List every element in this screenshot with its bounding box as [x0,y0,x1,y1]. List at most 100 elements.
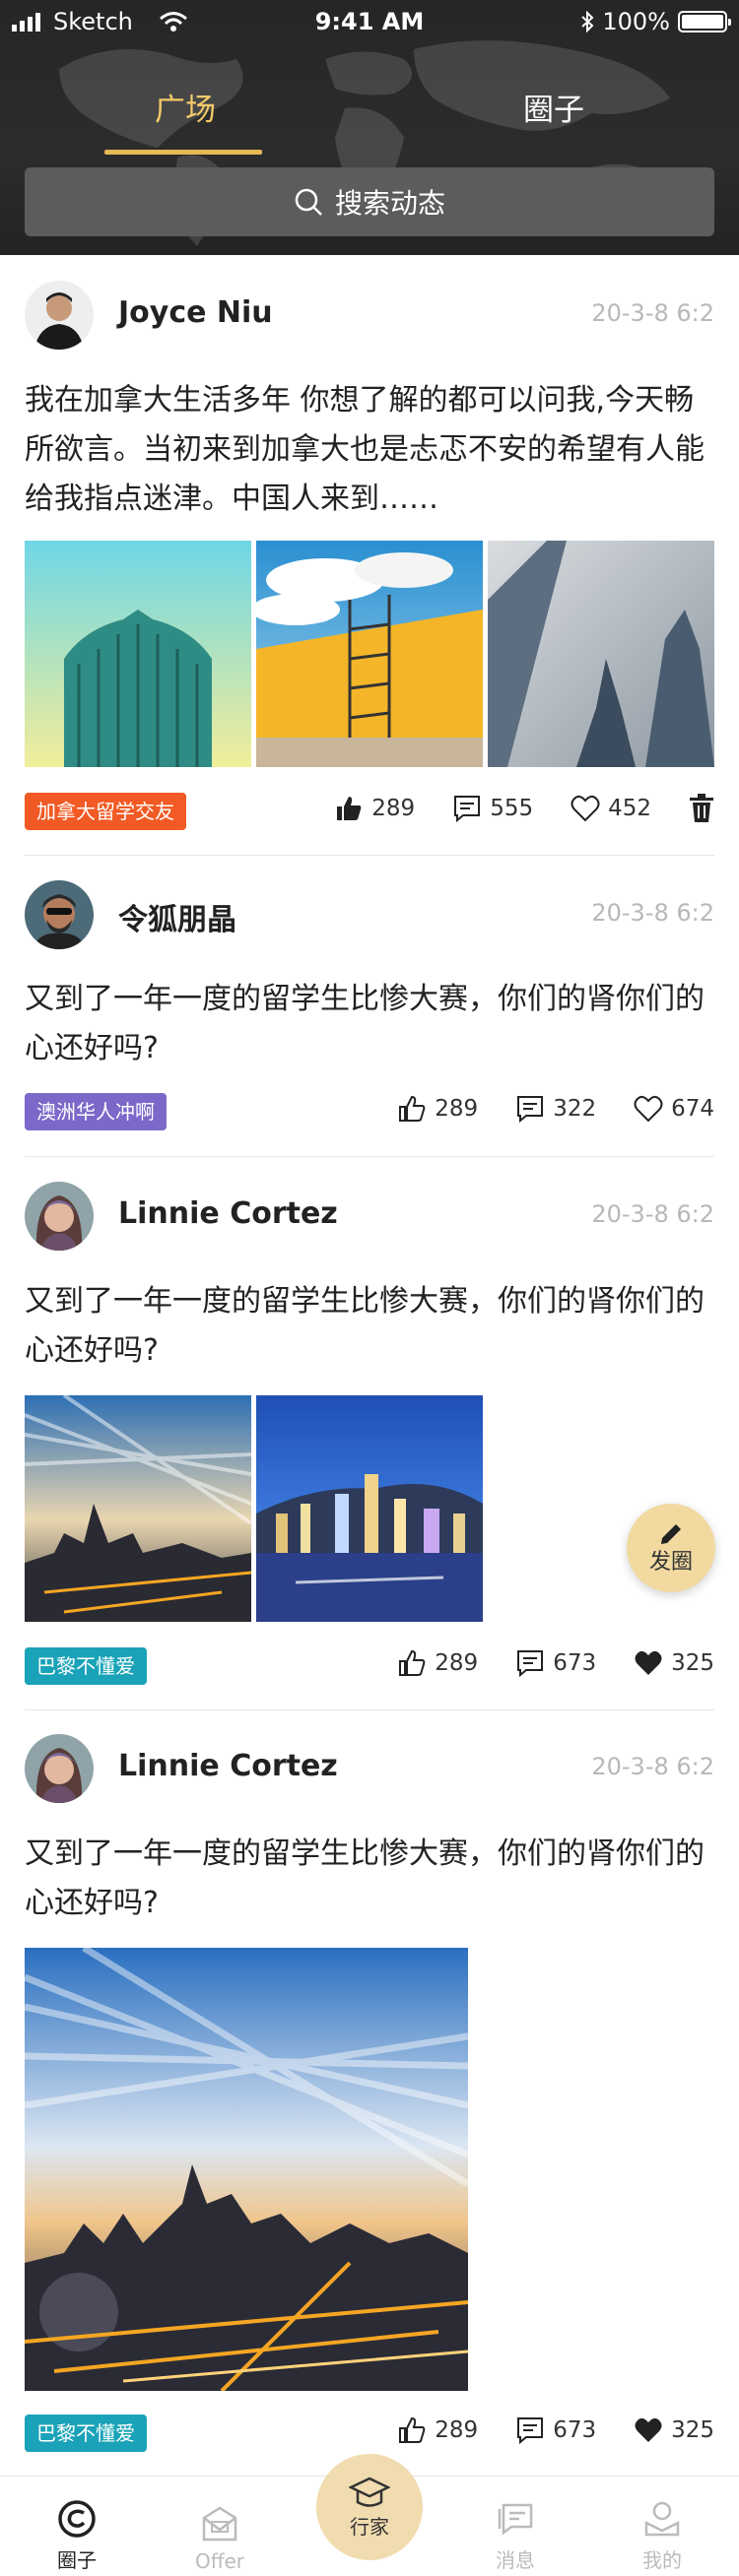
post-time: 20-3-8 6:2 [591,899,714,927]
message-icon [498,2503,533,2536]
active-tab-indicator [104,150,262,155]
favorite-count: 674 [671,1096,714,1122]
status-bar: Sketch 9:41 AM 100% [0,0,739,43]
nav-label: 消息 [496,2548,535,2572]
post-images [25,1948,468,2391]
nav-item-experts[interactable]: 行家 [316,2454,423,2560]
post-actions: 289 555 452 [297,794,714,823]
post-images [25,1395,483,1622]
bluetooth-icon [581,11,594,32]
author-name[interactable]: Linnie Cortez [118,1749,338,1783]
post-image[interactable] [256,1395,483,1622]
favorite-count: 452 [608,796,651,821]
heart-filled-icon [635,1650,662,1675]
post-image[interactable] [256,541,483,767]
battery-percent: 100% [602,8,670,35]
graduation-cap-icon [349,2477,390,2507]
comment-icon [517,1096,544,1124]
post-images [25,541,714,767]
comment-button[interactable]: 555 [452,794,533,823]
nav-label: 行家 [350,2514,389,2539]
post-time: 20-3-8 6:2 [591,1200,714,1228]
divider [25,855,714,856]
comment-button[interactable]: 322 [515,1094,596,1124]
post-actions: 289 322 674 [360,1094,714,1124]
author-name[interactable]: 令狐朋晶 [118,895,236,938]
like-button[interactable]: 289 [397,1094,478,1124]
delete-button[interactable] [689,794,714,823]
topic-tag[interactable]: 加拿大留学交友 [25,793,186,830]
post-content[interactable]: 我在加拿大生活多年 你想了解的都可以问我,今天畅所欲言。当初来到加拿大也是忐忑不… [25,376,714,524]
favorite-button[interactable]: 674 [634,1095,714,1123]
thumbs-up-icon [399,2416,426,2443]
battery-icon [678,11,731,32]
avatar[interactable] [25,281,94,350]
favorite-count: 325 [671,1650,714,1676]
post-image[interactable] [488,541,714,767]
like-count: 289 [435,1096,479,1122]
divider [25,1156,714,1157]
comment-icon [517,1650,544,1678]
circle-chat-icon [58,2500,96,2538]
like-count: 289 [435,1650,479,1676]
topic-tag[interactable]: 巴黎不懂爱 [25,2415,147,2452]
nav-item-offer[interactable]: Offer [146,2477,294,2576]
favorite-button[interactable]: 325 [634,2416,714,2444]
post-compose-button[interactable]: 发圈 [627,1504,715,1592]
topic-tag[interactable]: 澳洲华人冲啊 [25,1093,167,1130]
avatar[interactable] [25,1182,94,1251]
nav-item-circles[interactable]: 圈子 [3,2477,151,2576]
favorite-count: 325 [671,2417,714,2443]
comment-count: 322 [553,1096,597,1122]
like-button[interactable]: 289 [397,1648,478,1678]
favorite-button[interactable]: 452 [571,795,651,822]
comment-count: 673 [553,2417,597,2443]
thumbs-up-icon [399,1649,426,1676]
like-count: 289 [371,796,416,821]
post-actions: 289 673 325 [360,2415,714,2445]
post-actions: 289 673 325 [360,1648,714,1678]
comment-count: 555 [490,796,534,821]
nav-item-messages[interactable]: 消息 [441,2477,589,2576]
trash-icon [690,794,713,822]
offer-box-icon [202,2506,237,2542]
favorite-button[interactable]: 325 [634,1649,714,1677]
nav-item-profile[interactable]: 我的 [588,2477,736,2576]
author-name[interactable]: Joyce Niu [118,295,273,330]
nav-label: 圈子 [57,2548,97,2572]
search-placeholder: 搜索动态 [334,187,445,220]
search-bar[interactable]: 搜索动态 [25,167,714,236]
heart-filled-icon [635,2417,662,2442]
thumbs-up-icon [337,797,362,820]
comment-button[interactable]: 673 [515,2415,596,2445]
author-name[interactable]: Linnie Cortez [118,1196,338,1231]
heart-icon [634,1095,663,1123]
nav-label: 我的 [642,2548,682,2572]
profile-icon [644,2501,680,2537]
post-time: 20-3-8 6:2 [591,1753,714,1780]
post-time: 20-3-8 6:2 [591,299,714,327]
post-content[interactable]: 又到了一年一度的留学生比惨大赛，你们的肾你们的心还好吗? [25,975,714,1073]
nav-label: Offer [194,2549,245,2573]
post-image[interactable] [25,541,251,767]
compose-label: 发圈 [648,1550,693,1575]
post-content[interactable]: 又到了一年一度的留学生比惨大赛，你们的肾你们的心还好吗? [25,1277,714,1376]
avatar[interactable] [25,1734,94,1803]
like-button[interactable]: 289 [334,794,415,823]
heart-icon [571,795,600,822]
like-button[interactable]: 289 [397,2415,478,2445]
pencil-icon [661,1524,681,1544]
tab-circles[interactable]: 圈子 [455,85,652,129]
comment-icon [517,2417,544,2445]
post-image[interactable] [25,1395,251,1622]
top-tabs: 广场 圈子 [0,85,739,163]
comment-button[interactable]: 673 [515,1648,596,1678]
search-icon [295,188,322,216]
comment-count: 673 [553,1650,597,1676]
divider [25,1709,714,1710]
post-image[interactable] [25,1948,468,2391]
avatar[interactable] [25,880,94,949]
topic-tag[interactable]: 巴黎不懂爱 [25,1647,147,1685]
tab-square[interactable]: 广场 [87,85,284,129]
post-content[interactable]: 又到了一年一度的留学生比惨大赛，你们的肾你们的心还好吗? [25,1830,714,1928]
